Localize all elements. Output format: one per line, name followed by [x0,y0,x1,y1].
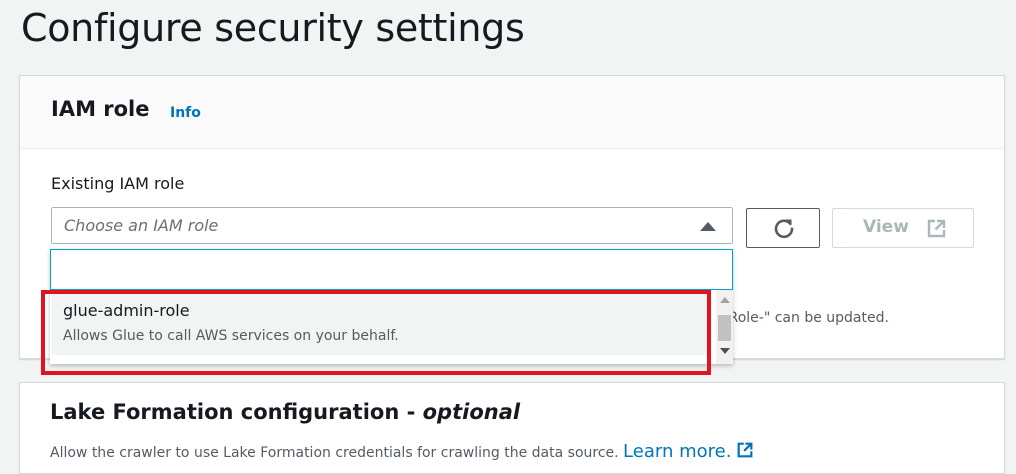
scroll-up-icon[interactable] [720,297,730,303]
external-link-icon [927,219,946,238]
iam-role-title: IAM role [51,97,150,121]
iam-hint-text: eRole-" can be updated. [720,310,889,326]
dropdown-scrollbar[interactable] [716,290,733,364]
iam-role-select-placeholder: Choose an IAM role [64,216,219,235]
lake-formation-panel: Lake Formation configuration - optional … [19,382,1005,474]
page-title: Configure security settings [21,6,525,50]
refresh-icon [774,219,794,239]
iam-role-dropdown: glue-admin-role Allows Glue to call AWS … [50,249,733,364]
view-button[interactable]: View [832,208,974,248]
iam-role-select[interactable]: Choose an IAM role [51,207,733,244]
refresh-button[interactable] [746,208,820,248]
option-title: glue-admin-role [63,301,190,320]
scroll-down-icon[interactable] [720,348,730,354]
iam-role-panel-header: IAM role Info [20,76,1004,149]
lake-formation-title: Lake Formation configuration - optional [50,400,520,424]
dropdown-option-glue-admin-role[interactable]: glue-admin-role Allows Glue to call AWS … [52,293,711,355]
scroll-thumb[interactable] [718,315,731,341]
optional-label: optional [422,400,521,424]
caret-up-icon [700,222,716,231]
lake-formation-title-text: Lake Formation configuration - [50,400,423,424]
info-link[interactable]: Info [170,105,201,121]
option-description: Allows Glue to call AWS services on your… [63,328,399,344]
view-button-label: View [863,217,909,237]
existing-iam-role-label: Existing IAM role [51,174,185,193]
external-link-icon [737,442,753,458]
iam-role-search-input[interactable] [50,249,733,290]
